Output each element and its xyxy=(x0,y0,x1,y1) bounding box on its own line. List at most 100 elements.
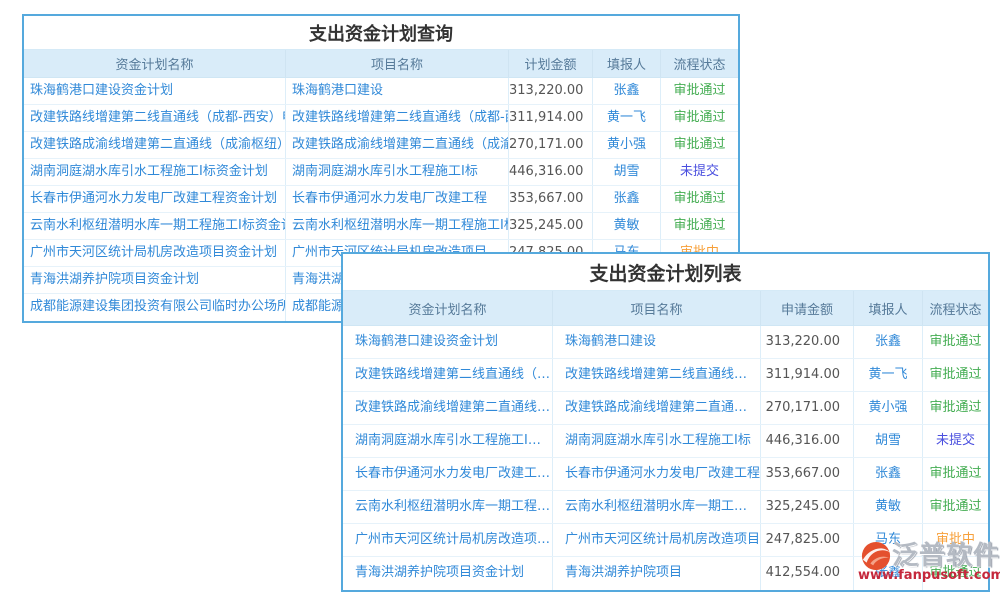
amount-cell: 325,245.00 xyxy=(760,491,853,523)
amount-cell: 311,914.00 xyxy=(508,105,592,131)
status-cell: 审批通过 xyxy=(922,392,988,424)
plan-name-cell[interactable]: 广州市天河区统计局机房改造项目资金计划 xyxy=(24,240,285,266)
amount-cell: 270,171.00 xyxy=(760,392,853,424)
table-row[interactable]: 改建铁路线增建第二线直通线（成都-西安）电力改建铁路线增建第二线直通线（成都-西… xyxy=(343,359,988,392)
plan-name-cell[interactable]: 改建铁路成渝线增建第二直通线（成渝枢纽）电 xyxy=(24,132,285,158)
reporter-cell: 胡雪 xyxy=(592,159,660,185)
amount-cell: 247,825.00 xyxy=(760,524,853,556)
column-header: 申请金额 xyxy=(760,291,853,325)
project-name-cell[interactable]: 珠海鹤港口建设 xyxy=(285,78,508,104)
table-header-row: 资金计划名称项目名称申请金额填报人流程状态 xyxy=(343,291,988,326)
status-cell: 审批通过 xyxy=(660,213,738,239)
amount-cell: 353,667.00 xyxy=(508,186,592,212)
column-header: 计划金额 xyxy=(508,50,592,77)
column-header: 项目名称 xyxy=(285,50,508,77)
status-cell: 未提交 xyxy=(660,159,738,185)
column-header: 填报人 xyxy=(592,50,660,77)
window-title: 支出资金计划列表 xyxy=(343,254,988,291)
reporter-cell: 黄敏 xyxy=(853,491,922,523)
column-header: 填报人 xyxy=(853,291,922,325)
window-title: 支出资金计划查询 xyxy=(24,16,738,50)
plan-name-cell[interactable]: 长春市伊通河水力发电厂改建工程资金计划 xyxy=(343,458,552,490)
column-header: 资金计划名称 xyxy=(24,50,285,77)
plan-name-cell[interactable]: 改建铁路成渝线增建第二直通线（成渝枢纽）电 xyxy=(343,392,552,424)
project-name-cell[interactable]: 湖南洞庭湖水库引水工程施工I标 xyxy=(285,159,508,185)
plan-name-cell[interactable]: 青海洪湖养护院项目资金计划 xyxy=(343,557,552,590)
watermark-brand-row: 泛普软件 xyxy=(858,541,1000,571)
project-name-cell[interactable]: 改建铁路成渝线增建第二直通线（成渝枢纽） xyxy=(285,132,508,158)
amount-cell: 313,220.00 xyxy=(760,326,853,358)
project-name-cell[interactable]: 长春市伊通河水力发电厂改建工程 xyxy=(285,186,508,212)
project-name-cell[interactable]: 改建铁路线增建第二线直通线（成都-西安） xyxy=(285,105,508,131)
amount-cell: 313,220.00 xyxy=(508,78,592,104)
reporter-cell: 张鑫 xyxy=(592,78,660,104)
plan-name-cell[interactable]: 云南水利枢纽潜明水库一期工程施工I标资金计划 xyxy=(24,213,285,239)
amount-cell: 446,316.00 xyxy=(508,159,592,185)
column-header: 流程状态 xyxy=(660,50,738,77)
table-row[interactable]: 改建铁路成渝线增建第二直通线（成渝枢纽）电改建铁路成渝线增建第二直通线（成渝枢纽… xyxy=(343,392,988,425)
app-canvas: { "colors": { "window_border": "#55a9dd"… xyxy=(0,0,1000,600)
plan-name-cell[interactable]: 成都能源建设集团投资有限公司临时办公场所装 xyxy=(24,294,285,321)
column-header: 资金计划名称 xyxy=(343,291,552,325)
status-cell: 审批通过 xyxy=(660,132,738,158)
project-name-cell[interactable]: 珠海鹤港口建设 xyxy=(552,326,760,358)
amount-cell: 446,316.00 xyxy=(760,425,853,457)
table-row[interactable]: 湖南洞庭湖水库引水工程施工I标资金计划湖南洞庭湖水库引水工程施工I标446,31… xyxy=(343,425,988,458)
plan-name-cell[interactable]: 长春市伊通河水力发电厂改建工程资金计划 xyxy=(24,186,285,212)
project-name-cell[interactable]: 改建铁路线增建第二线直通线（成都-西安） xyxy=(552,359,760,391)
reporter-cell: 张鑫 xyxy=(592,186,660,212)
reporter-cell: 黄敏 xyxy=(592,213,660,239)
column-header: 流程状态 xyxy=(922,291,988,325)
watermark-url: www.fanpusoft.com xyxy=(858,568,1000,583)
table-row[interactable]: 珠海鹤港口建设资金计划珠海鹤港口建设313,220.00张鑫审批通过 xyxy=(343,326,988,359)
fanpu-logo-icon xyxy=(861,541,891,571)
amount-cell: 270,171.00 xyxy=(508,132,592,158)
amount-cell: 353,667.00 xyxy=(760,458,853,490)
column-header: 项目名称 xyxy=(552,291,760,325)
project-name-cell[interactable]: 云南水利枢纽潜明水库一期工程施工I标 xyxy=(285,213,508,239)
table-row[interactable]: 长春市伊通河水力发电厂改建工程资金计划长春市伊通河水力发电厂改建工程353,66… xyxy=(343,458,988,491)
status-cell: 审批通过 xyxy=(660,186,738,212)
plan-name-cell[interactable]: 湖南洞庭湖水库引水工程施工I标资金计划 xyxy=(24,159,285,185)
plan-name-cell[interactable]: 湖南洞庭湖水库引水工程施工I标资金计划 xyxy=(343,425,552,457)
project-name-cell[interactable]: 云南水利枢纽潜明水库一期工程施工I标 xyxy=(552,491,760,523)
plan-name-cell[interactable]: 珠海鹤港口建设资金计划 xyxy=(343,326,552,358)
table-row[interactable]: 改建铁路线增建第二线直通线（成都-西安）电力改建铁路线增建第二线直通线（成都-西… xyxy=(24,105,738,132)
amount-cell: 311,914.00 xyxy=(760,359,853,391)
table-row[interactable]: 改建铁路成渝线增建第二直通线（成渝枢纽）电改建铁路成渝线增建第二直通线（成渝枢纽… xyxy=(24,132,738,159)
reporter-cell: 张鑫 xyxy=(853,326,922,358)
project-name-cell[interactable]: 青海洪湖养护院项目 xyxy=(552,557,760,590)
status-cell: 审批通过 xyxy=(922,359,988,391)
status-cell: 审批通过 xyxy=(922,458,988,490)
plan-name-cell[interactable]: 改建铁路线增建第二线直通线（成都-西安）电力 xyxy=(343,359,552,391)
status-cell: 未提交 xyxy=(922,425,988,457)
watermark-brand: 泛普软件 xyxy=(892,541,1000,571)
project-name-cell[interactable]: 改建铁路成渝线增建第二直通线（成渝枢纽） xyxy=(552,392,760,424)
table-row[interactable]: 珠海鹤港口建设资金计划珠海鹤港口建设313,220.00张鑫审批通过 xyxy=(24,78,738,105)
plan-name-cell[interactable]: 广州市天河区统计局机房改造项目资金计划 xyxy=(343,524,552,556)
plan-name-cell[interactable]: 青海洪湖养护院项目资金计划 xyxy=(24,267,285,293)
plan-name-cell[interactable]: 珠海鹤港口建设资金计划 xyxy=(24,78,285,104)
plan-name-cell[interactable]: 云南水利枢纽潜明水库一期工程施工I标资金计划 xyxy=(343,491,552,523)
status-cell: 审批通过 xyxy=(660,78,738,104)
project-name-cell[interactable]: 湖南洞庭湖水库引水工程施工I标 xyxy=(552,425,760,457)
reporter-cell: 胡雪 xyxy=(853,425,922,457)
status-cell: 审批通过 xyxy=(922,491,988,523)
reporter-cell: 张鑫 xyxy=(853,458,922,490)
reporter-cell: 黄小强 xyxy=(592,132,660,158)
table-header-row: 资金计划名称项目名称计划金额填报人流程状态 xyxy=(24,50,738,78)
reporter-cell: 黄小强 xyxy=(853,392,922,424)
status-cell: 审批通过 xyxy=(922,326,988,358)
amount-cell: 325,245.00 xyxy=(508,213,592,239)
project-name-cell[interactable]: 广州市天河区统计局机房改造项目 xyxy=(552,524,760,556)
table-row[interactable]: 长春市伊通河水力发电厂改建工程资金计划长春市伊通河水力发电厂改建工程353,66… xyxy=(24,186,738,213)
status-cell: 审批通过 xyxy=(660,105,738,131)
vendor-watermark: 泛普软件 www.fanpusoft.com xyxy=(858,541,1000,583)
table-row[interactable]: 云南水利枢纽潜明水库一期工程施工I标资金计划云南水利枢纽潜明水库一期工程施工I标… xyxy=(343,491,988,524)
plan-name-cell[interactable]: 改建铁路线增建第二线直通线（成都-西安）电力 xyxy=(24,105,285,131)
table-row[interactable]: 云南水利枢纽潜明水库一期工程施工I标资金计划云南水利枢纽潜明水库一期工程施工I标… xyxy=(24,213,738,240)
reporter-cell: 黄一飞 xyxy=(853,359,922,391)
reporter-cell: 黄一飞 xyxy=(592,105,660,131)
project-name-cell[interactable]: 长春市伊通河水力发电厂改建工程 xyxy=(552,458,760,490)
table-row[interactable]: 湖南洞庭湖水库引水工程施工I标资金计划湖南洞庭湖水库引水工程施工I标446,31… xyxy=(24,159,738,186)
